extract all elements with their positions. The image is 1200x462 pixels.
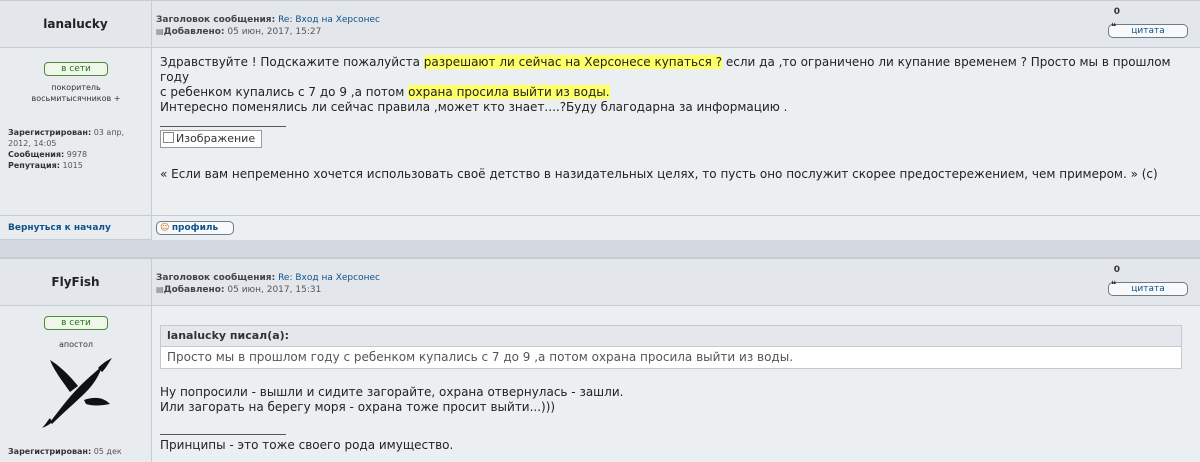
post-header: Заголовок сообщения: Re: Вход на Херсоне… [152, 1, 1200, 48]
signature-text: Принципы - это тоже своего рода имуществ… [160, 438, 454, 452]
quote-button-label: цитата [1131, 26, 1165, 36]
added-label: Добавлено: [163, 285, 225, 295]
subject-label: Заголовок сообщения: [156, 15, 276, 25]
signature-image: Изображение [160, 130, 262, 148]
reputation-label: Репутация: [8, 161, 60, 170]
back-to-top-link[interactable]: Вернуться к началу [0, 215, 152, 239]
signature-divider [160, 126, 286, 127]
post-counter: 0 [1113, 7, 1120, 17]
post-text: Ну попросили - вышли и сидите загорайте,… [160, 385, 1190, 415]
text-line2-a: с ребенком купались с 7 до 9 ,а потом [160, 85, 409, 99]
avatar [40, 356, 114, 428]
user-rank: покоритель восьмитысячников + [0, 82, 152, 104]
post-text: Здравствуйте ! Подскажите пожалуйста раз… [160, 55, 1190, 115]
post-author[interactable]: FlyFish [0, 259, 152, 306]
profile-info: Зарегистрирован: 03 апр, 2012, 14:05 Соо… [8, 127, 148, 171]
subject-link[interactable]: Re: Вход на Херсонес [278, 273, 380, 283]
quote-button[interactable]: ❝ цитата [1108, 22, 1188, 38]
post-meta: Заголовок сообщения: Re: Вход на Херсоне… [156, 14, 380, 38]
post-lanalucky: lanalucky в сети покоритель восьмитысячн… [0, 0, 1200, 240]
added-value: 05 июн, 2017, 15:27 [227, 27, 322, 37]
online-badge[interactable]: в сети [44, 316, 108, 330]
post-body: Здравствуйте ! Подскажите пожалуйста раз… [152, 48, 1200, 215]
quote-icon: ❝ [1111, 22, 1117, 33]
post-content: Заголовок сообщения: Re: Вход на Херсоне… [152, 259, 1200, 462]
profile-button-label: профиль [171, 223, 219, 233]
quote-block: lanalucky писал(а): Просто мы в прошлом … [160, 325, 1182, 369]
text-line1-a: Здравствуйте ! Подскажите пожалуйста [160, 55, 424, 69]
post-author[interactable]: lanalucky [0, 1, 152, 48]
post-icon: ▤ [156, 285, 164, 294]
added-label: Добавлено: [163, 27, 225, 37]
post-content: Заголовок сообщения: Re: Вход на Херсоне… [152, 1, 1200, 240]
post-sidebar: lanalucky в сети покоритель восьмитысячн… [0, 1, 152, 239]
text-line3: Интересно поменялись ли сейчас правила ,… [160, 100, 788, 114]
online-badge[interactable]: в сети [44, 62, 108, 76]
quote-icon: ❝ [1111, 280, 1117, 291]
signature-divider [160, 434, 286, 435]
user-rank-text: покоритель восьмитысячников + [31, 83, 121, 103]
avatar-dragonfish [42, 358, 112, 428]
user-rank: апостол [58, 340, 94, 349]
registered-label: Зарегистрирован: [8, 447, 92, 456]
post-body: lanalucky писал(а): Просто мы в прошлом … [152, 306, 1200, 462]
text-line2: Или загорать на берегу моря - охрана тож… [160, 400, 556, 414]
profile-icon: ☺ [160, 223, 170, 233]
subject-link[interactable]: Re: Вход на Херсонес [278, 15, 380, 25]
quote-button[interactable]: ❝ цитата [1108, 280, 1188, 296]
text-line1: Ну попросили - вышли и сидите загорайте,… [160, 385, 624, 399]
image-icon [163, 132, 174, 143]
subject-label: Заголовок сообщения: [156, 273, 276, 283]
registered-value: 05 дек [93, 447, 122, 456]
author-panel: в сети апостол Зарегистрирован: 05 дек [0, 306, 152, 462]
messages-value: 9978 [66, 150, 88, 159]
quote-author: lanalucky писал(а): [161, 326, 1181, 347]
author-panel: в сети покоритель восьмитысячников + Зар… [0, 48, 152, 215]
post-flyfish: FlyFish в сети апостол Зарегистрирован: … [0, 258, 1200, 462]
profile-info: Зарегистрирован: 05 дек [8, 446, 148, 457]
profile-button[interactable]: ☺ профиль [156, 221, 234, 235]
post-separator [0, 239, 1200, 258]
post-counter: 0 [1113, 265, 1120, 275]
reputation-value: 1015 [62, 161, 83, 170]
post-sidebar: FlyFish в сети апостол Зарегистрирован: … [0, 259, 152, 462]
text-line1-highlight: разрешают ли сейчас на Херсонесе купатьс… [423, 55, 723, 69]
post-meta: Заголовок сообщения: Re: Вход на Херсоне… [156, 272, 380, 296]
quote-text: Просто мы в прошлом году с ребенком купа… [167, 350, 794, 364]
signature-text: « Если вам непременно хочется использова… [160, 167, 1158, 181]
messages-label: Сообщения: [8, 150, 65, 159]
quote-button-label: цитата [1131, 284, 1165, 294]
post-header: Заголовок сообщения: Re: Вход на Херсоне… [152, 259, 1200, 306]
added-value: 05 июн, 2017, 15:31 [227, 285, 322, 295]
post-icon: ▤ [156, 27, 164, 36]
registered-label: Зарегистрирован: [8, 128, 92, 137]
image-alt: Изображение [176, 132, 256, 145]
text-line2-highlight: охрана просила выйти из воды. [408, 85, 610, 99]
post-footer: ☺ профиль [152, 215, 1200, 240]
